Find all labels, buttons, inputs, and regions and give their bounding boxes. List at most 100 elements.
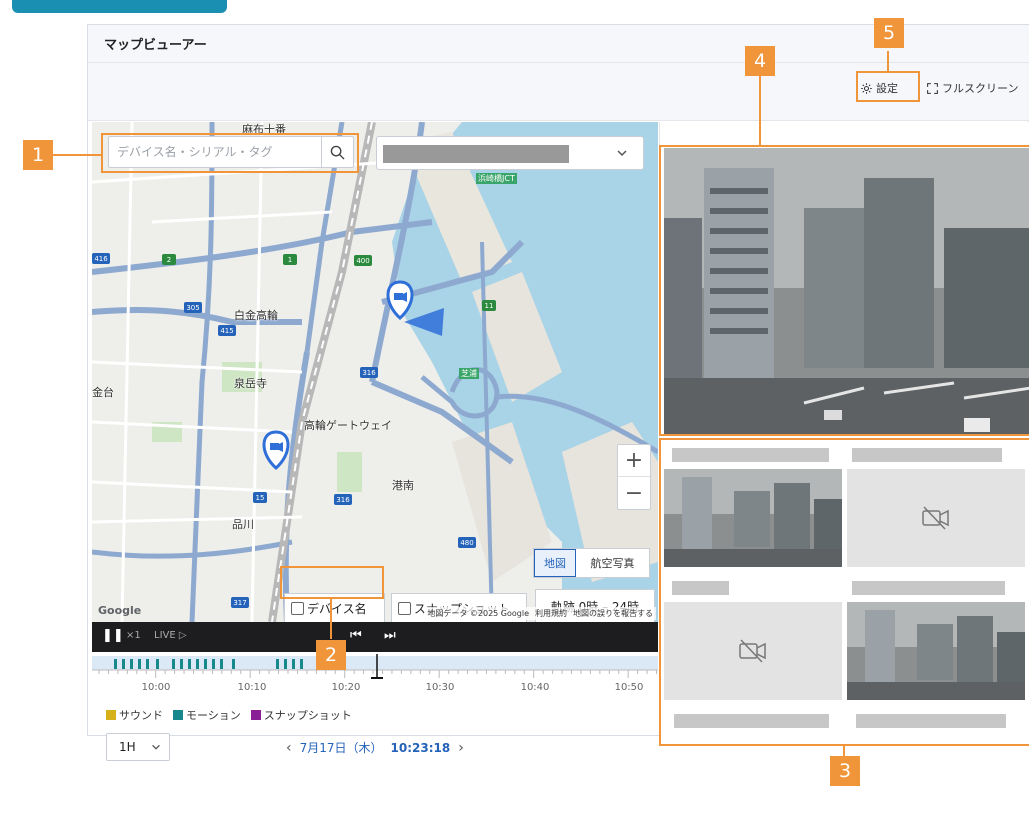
legend-item-snapshot: スナップショット bbox=[250, 707, 352, 723]
zoom-control: + − bbox=[617, 444, 651, 510]
event-legend: サウンド モーション スナップショット bbox=[106, 707, 352, 723]
zoom-out-button[interactable]: − bbox=[618, 477, 650, 509]
callout-4: 4 bbox=[745, 46, 775, 76]
place-label: 浜崎橋JCT bbox=[476, 173, 517, 184]
svg-text:15: 15 bbox=[256, 494, 265, 502]
skip-next-icon[interactable]: ⏭ bbox=[384, 628, 396, 643]
callout-1: 1 bbox=[23, 140, 53, 170]
svg-text:316: 316 bbox=[362, 369, 376, 377]
checkbox-label: デバイス名 bbox=[307, 601, 367, 616]
svg-text:316: 316 bbox=[336, 496, 350, 504]
playback-speed[interactable]: ×1 bbox=[126, 630, 141, 641]
motion-mark bbox=[156, 659, 159, 669]
select-value bbox=[383, 145, 569, 163]
motion-mark bbox=[180, 659, 183, 669]
svg-text:416: 416 bbox=[94, 255, 108, 263]
pause-icon[interactable]: ❚❚ bbox=[102, 628, 124, 643]
svg-text:11: 11 bbox=[485, 302, 494, 310]
legend-item-sound: サウンド bbox=[106, 707, 163, 723]
section-tab bbox=[12, 0, 227, 13]
tick-label: 10:30 bbox=[426, 682, 455, 693]
live-button[interactable]: LIVE ▷ bbox=[154, 630, 187, 641]
google-logo: Google bbox=[98, 604, 142, 617]
skip-previous-icon[interactable]: ⏮ bbox=[350, 628, 362, 643]
motion-mark bbox=[146, 659, 149, 669]
svg-text:305: 305 bbox=[186, 304, 199, 312]
svg-text:415: 415 bbox=[220, 327, 233, 335]
callout-5: 5 bbox=[874, 18, 904, 48]
svg-text:2: 2 bbox=[167, 256, 171, 264]
place-label: 品川 bbox=[232, 518, 254, 531]
place-label: 白金高輪 bbox=[234, 309, 278, 322]
annotation-line bbox=[759, 76, 761, 145]
motion-mark bbox=[188, 659, 191, 669]
map-canvas: 2 1 400 305 415 11 316 15 316 480 317 41… bbox=[92, 122, 658, 622]
annotation-box-2 bbox=[280, 566, 384, 599]
annotation-box-5 bbox=[856, 71, 920, 102]
fullscreen-label: フルスクリーン bbox=[942, 82, 1019, 95]
motion-mark bbox=[204, 659, 207, 669]
motion-mark bbox=[284, 659, 287, 669]
map-attribution: 地図データ ©2025 Google 利用規約 地図の誤りを報告する bbox=[424, 607, 656, 620]
map-view[interactable]: 2 1 400 305 415 11 316 15 316 480 317 41… bbox=[92, 122, 658, 622]
annotation-line bbox=[330, 599, 332, 639]
time-range-select[interactable]: 1H bbox=[106, 733, 170, 761]
device-group-select[interactable] bbox=[376, 136, 644, 170]
page-title: マップビューアー bbox=[104, 38, 207, 53]
fullscreen-icon bbox=[927, 82, 938, 94]
place-label: 金台 bbox=[92, 386, 114, 399]
svg-text:480: 480 bbox=[460, 539, 473, 547]
checkbox-box bbox=[291, 601, 304, 615]
timeline[interactable]: 10:00 10:10 10:20 10:30 10:40 10:50 bbox=[92, 652, 658, 698]
tick-label: 10:50 bbox=[615, 682, 644, 693]
attribution-text: 地図データ ©2025 Google bbox=[427, 609, 529, 618]
chevron-down-icon bbox=[617, 150, 627, 157]
map-type-satellite[interactable]: 航空写真 bbox=[576, 549, 649, 577]
motion-mark bbox=[276, 659, 279, 669]
motion-mark bbox=[300, 659, 303, 669]
motion-mark bbox=[130, 659, 133, 669]
checkbox-box bbox=[398, 601, 411, 615]
legend-item-motion: モーション bbox=[173, 707, 241, 723]
place-label: 芝浦 bbox=[459, 368, 479, 379]
callout-3: 3 bbox=[830, 756, 860, 786]
place-label: 港南 bbox=[392, 479, 414, 492]
timeline-track: 10:00 10:10 10:20 10:30 10:40 10:50 bbox=[92, 654, 658, 693]
fullscreen-button[interactable]: フルスクリーン bbox=[926, 77, 1018, 99]
motion-mark bbox=[212, 659, 215, 669]
svg-text:400: 400 bbox=[356, 257, 369, 265]
motion-mark bbox=[172, 659, 175, 669]
place-label: 泉岳寺 bbox=[234, 377, 267, 390]
motion-mark bbox=[196, 659, 199, 669]
map-type-map[interactable]: 地図 bbox=[534, 549, 576, 577]
terms-link[interactable]: 利用規約 bbox=[535, 608, 567, 619]
motion-mark bbox=[220, 659, 223, 669]
report-link[interactable]: 地図の誤りを報告する bbox=[573, 608, 653, 619]
motion-mark bbox=[114, 659, 117, 669]
callout-2: 2 bbox=[316, 640, 346, 670]
map-type-toggle: 地図 航空写真 bbox=[533, 548, 650, 578]
annotation-line bbox=[887, 51, 889, 71]
place-label: 高輪ゲートウェイ bbox=[304, 419, 392, 432]
annotation-box-1 bbox=[101, 133, 359, 173]
annotation-box-3 bbox=[659, 438, 1029, 746]
annotation-line bbox=[53, 154, 101, 156]
motion-mark bbox=[232, 659, 235, 669]
tick-label: 10:40 bbox=[521, 682, 550, 693]
range-value: 1H bbox=[119, 740, 136, 754]
svg-text:317: 317 bbox=[233, 599, 246, 607]
zoom-in-button[interactable]: + bbox=[618, 445, 650, 477]
tick-label: 10:00 bbox=[142, 682, 171, 693]
date-navigator: ‹ 7月17日（木） 10:23:18 › bbox=[286, 739, 464, 756]
annotation-box-4 bbox=[659, 145, 1029, 436]
motion-mark bbox=[122, 659, 125, 669]
chevron-down-icon bbox=[151, 744, 160, 750]
current-time: 10:23:18 bbox=[390, 740, 451, 755]
current-date: 7月17日（木） bbox=[299, 741, 383, 755]
chevron-left-icon[interactable]: ‹ bbox=[286, 740, 292, 756]
motion-mark bbox=[292, 659, 295, 669]
playback-bar: ❚❚ ×1 LIVE ▷ ⏮ ⏭ bbox=[92, 622, 658, 652]
chevron-right-icon[interactable]: › bbox=[458, 740, 464, 756]
motion-mark bbox=[138, 659, 141, 669]
tick-label: 10:10 bbox=[238, 682, 267, 693]
